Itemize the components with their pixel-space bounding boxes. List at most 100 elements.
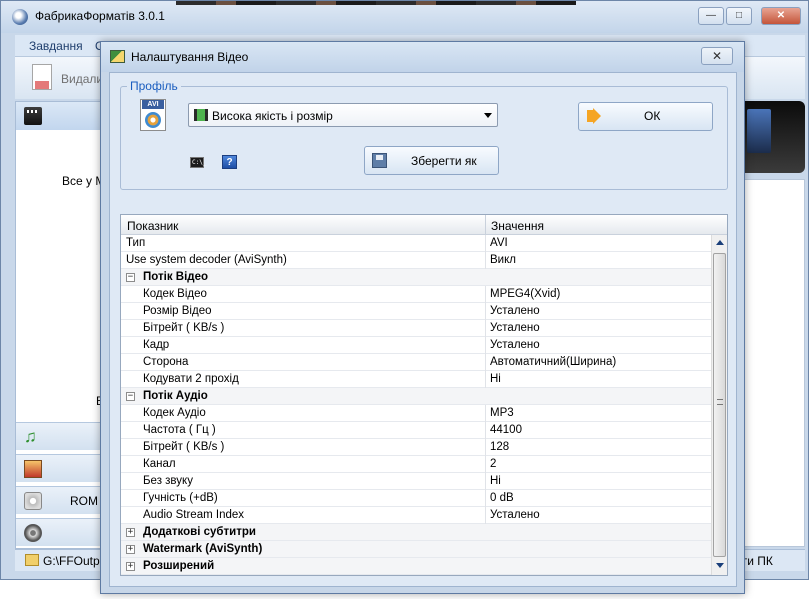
sidebar-category-rom[interactable]: ROM I <box>16 486 106 514</box>
cell-divider <box>485 405 486 422</box>
expand-icon[interactable]: + <box>126 545 135 554</box>
ok-button[interactable]: ОК <box>578 102 713 131</box>
grid-property-row[interactable]: Бітрейт ( KB/s ) 128 <box>121 439 711 456</box>
output-folder-path[interactable]: G:\FFOutpu <box>43 554 106 568</box>
cell-divider <box>485 354 486 371</box>
main-titlebar: ФабрикаФорматів 3.0.1 — □ ✕ <box>1 1 808 33</box>
property-value[interactable]: AVI <box>490 237 508 249</box>
property-value[interactable]: MPEG4(Xvid) <box>490 288 560 300</box>
property-value[interactable]: 0 dB <box>490 492 514 504</box>
scrollbar-thumb[interactable] <box>713 253 726 557</box>
grid-property-row[interactable]: Канал 2 <box>121 456 711 473</box>
property-name: Канал <box>143 458 176 470</box>
grid-property-row[interactable]: Кодек Відео MPEG4(Xvid) <box>121 286 711 303</box>
grid-property-row[interactable]: Частота ( Гц ) 44100 <box>121 422 711 439</box>
category-label: Потік Аудіо <box>143 390 208 402</box>
avi-icon-label: AVI <box>142 100 164 109</box>
property-value[interactable]: Викл <box>490 254 516 266</box>
minimize-button[interactable]: — <box>698 7 724 25</box>
property-name: Тип <box>126 237 146 249</box>
collapse-icon[interactable]: − <box>126 392 135 401</box>
property-value[interactable]: MP3 <box>490 407 514 419</box>
command-line-icon[interactable]: C:\_ <box>190 157 206 168</box>
property-name: Audio Stream Index <box>143 509 245 521</box>
property-value[interactable]: 44100 <box>490 424 522 436</box>
grid-property-row[interactable]: Кодувати 2 прохід Ні <box>121 371 711 388</box>
category-label: Потік Відео <box>143 271 209 283</box>
grid-property-row[interactable]: Кодек Аудіо MP3 <box>121 405 711 422</box>
arrow-right-icon <box>587 108 601 124</box>
property-value[interactable]: Автоматичний(Ширина) <box>490 356 616 368</box>
film-reel-icon <box>24 524 42 542</box>
dialog-title: Налаштування Відео <box>131 50 249 64</box>
sidebar: Все у М В ♫ ROM I <box>15 101 107 549</box>
ok-label: ОК <box>644 109 661 123</box>
expand-icon[interactable]: + <box>126 562 135 571</box>
delete-document-icon[interactable] <box>32 64 52 90</box>
dialog-titlebar[interactable]: Налаштування Відео ✕ <box>101 42 744 72</box>
grid-category-row[interactable]: + Watermark (AviSynth) <box>121 541 711 558</box>
grid-category-row[interactable]: − Потік Аудіо <box>121 388 711 405</box>
maximize-button[interactable]: □ <box>726 7 752 25</box>
grid-property-row[interactable]: Тип AVI <box>121 235 711 252</box>
property-value[interactable]: Ні <box>490 373 501 385</box>
grid-property-row[interactable]: Гучність (+dB) 0 dB <box>121 490 711 507</box>
grid-property-row[interactable]: Без звуку Ні <box>121 473 711 490</box>
cell-divider <box>485 490 486 507</box>
profile-dropdown[interactable]: Висока якість і розмір <box>188 103 498 127</box>
property-name: Кадр <box>143 339 170 351</box>
disc-drive-icon <box>24 492 42 510</box>
vertical-scrollbar[interactable] <box>711 235 727 575</box>
grid-property-row[interactable]: Розмір Відео Усталено <box>121 303 711 320</box>
video-settings-dialog: Налаштування Відео ✕ Профіль AVI Висока … <box>100 41 745 594</box>
cell-divider <box>485 235 486 252</box>
property-value[interactable]: Усталено <box>490 339 540 351</box>
grid-property-row[interactable]: Сторона Автоматичний(Ширина) <box>121 354 711 371</box>
column-divider[interactable] <box>485 215 486 235</box>
dialog-close-button[interactable]: ✕ <box>701 47 733 65</box>
cell-divider <box>485 456 486 473</box>
collapse-icon[interactable]: − <box>126 273 135 282</box>
column-header-parameter[interactable]: Показник <box>127 219 178 233</box>
property-value[interactable]: 128 <box>490 441 509 453</box>
film-strip-icon <box>194 109 208 121</box>
grid-property-row[interactable]: Audio Stream Index Усталено <box>121 507 711 524</box>
delete-button-label[interactable]: Видали <box>61 72 103 86</box>
grid-property-row[interactable]: Кадр Усталено <box>121 337 711 354</box>
film-clapper-icon <box>24 107 42 125</box>
chevron-down-icon <box>484 113 492 118</box>
grid-category-row[interactable]: + Додаткові субтитри <box>121 524 711 541</box>
sidebar-category-image[interactable] <box>16 454 106 482</box>
cell-divider <box>485 252 486 269</box>
cell-divider <box>485 473 486 490</box>
column-header-value[interactable]: Значення <box>491 219 544 233</box>
dialog-settings-icon <box>110 50 125 63</box>
sidebar-category-video[interactable] <box>16 102 106 130</box>
save-as-button[interactable]: Зберегти як <box>364 146 499 175</box>
category-label: Watermark (AviSynth) <box>143 543 263 555</box>
property-value[interactable]: Усталено <box>490 322 540 334</box>
property-value[interactable]: Усталено <box>490 305 540 317</box>
cell-divider <box>485 337 486 354</box>
property-name: Частота ( Гц ) <box>143 424 216 436</box>
help-icon[interactable]: ? <box>222 155 237 169</box>
expand-icon[interactable]: + <box>126 528 135 537</box>
scroll-down-arrow-icon[interactable] <box>716 563 724 568</box>
grid-category-row[interactable]: − Потік Відео <box>121 269 711 286</box>
folder-icon <box>25 554 39 566</box>
sidebar-category-audio[interactable]: ♫ <box>16 422 106 450</box>
sidebar-category-utilities[interactable] <box>16 518 106 546</box>
menu-tasks[interactable]: Завдання <box>29 39 83 53</box>
cell-divider <box>485 303 486 320</box>
property-name: Кодек Аудіо <box>143 407 206 419</box>
cell-divider <box>485 286 486 303</box>
scroll-up-arrow-icon[interactable] <box>716 240 724 245</box>
close-window-button[interactable]: ✕ <box>761 7 801 25</box>
disc-icon <box>145 112 161 128</box>
property-value[interactable]: Ні <box>490 475 501 487</box>
property-value[interactable]: Усталено <box>490 509 540 521</box>
grid-category-row[interactable]: + Розширений <box>121 558 711 575</box>
grid-property-row[interactable]: Use system decoder (AviSynth) Викл <box>121 252 711 269</box>
grid-property-row[interactable]: Бітрейт ( KB/s ) Усталено <box>121 320 711 337</box>
property-value[interactable]: 2 <box>490 458 496 470</box>
